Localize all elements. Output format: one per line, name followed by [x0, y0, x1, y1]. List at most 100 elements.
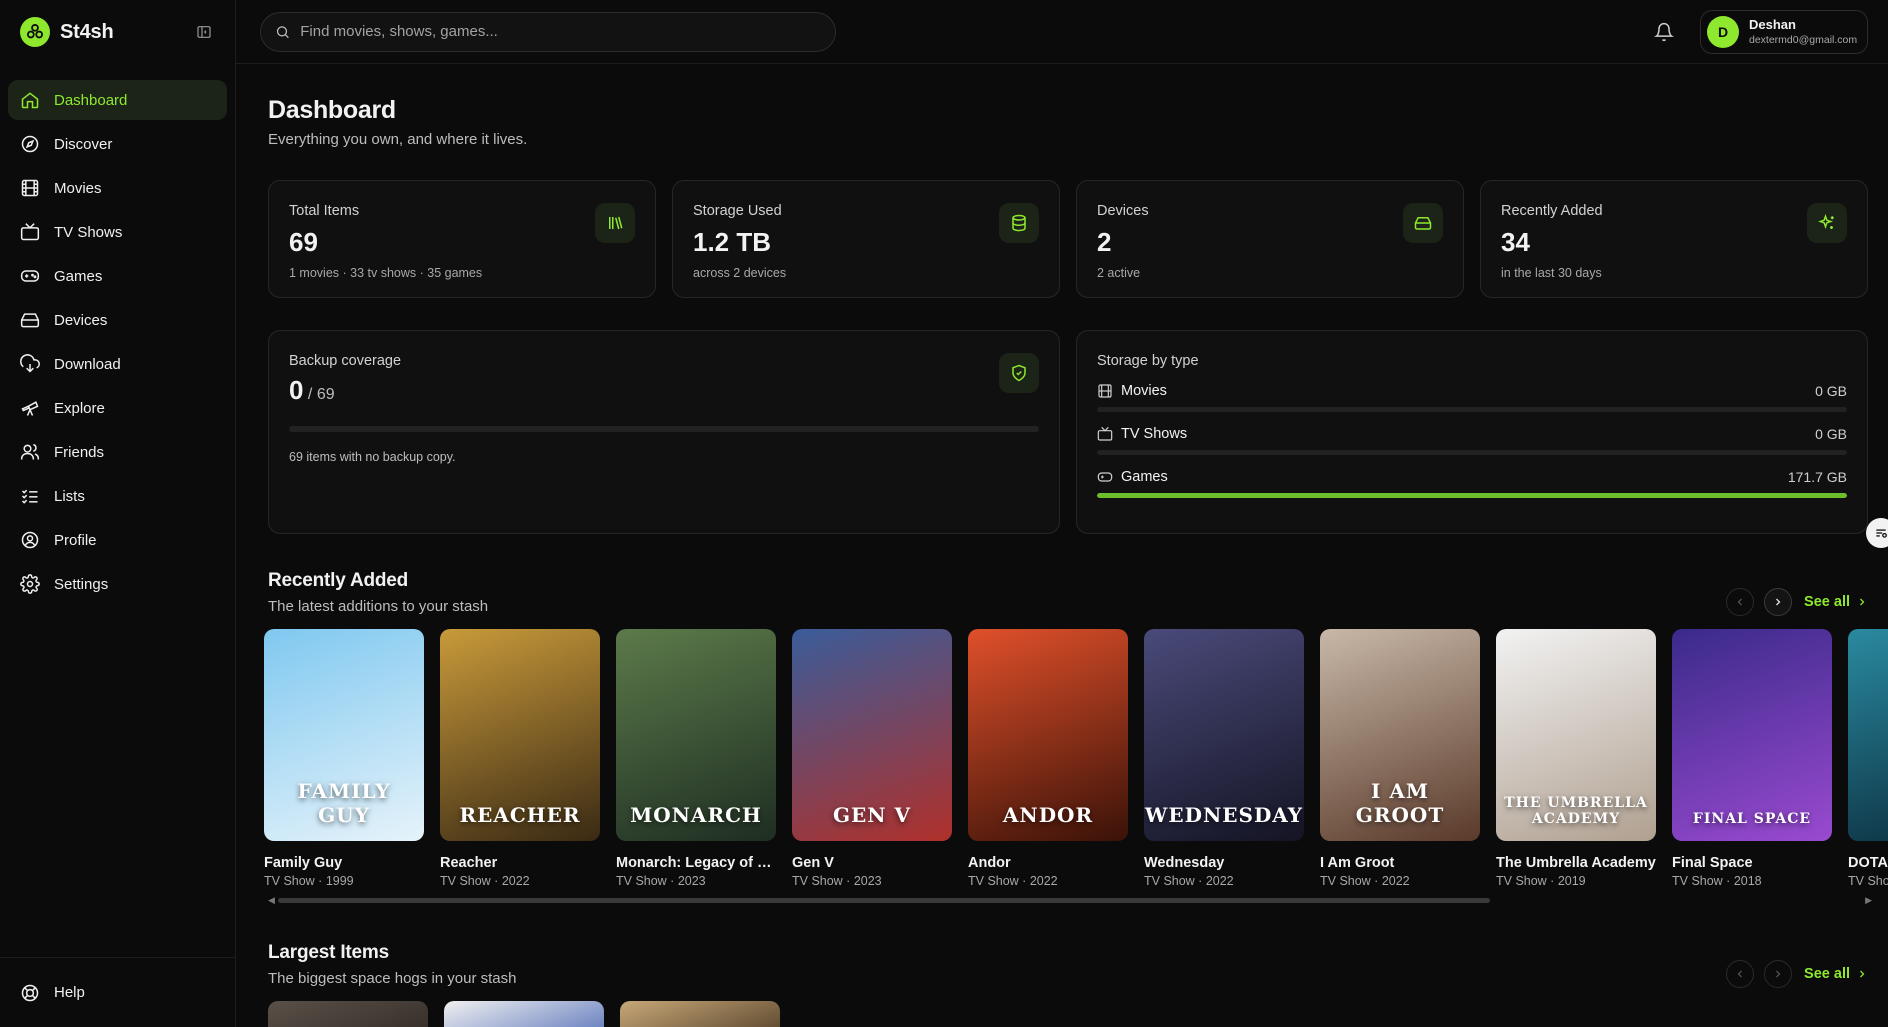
help-buoy-icon — [21, 984, 39, 1001]
media-card[interactable]: FAMILY GUY Family Guy TV Show · 1999 — [264, 629, 424, 888]
card-title[interactable]: The Umbrella Academy — [1496, 855, 1656, 871]
search-box[interactable] — [260, 11, 836, 52]
media-card[interactable]: ANDOR Andor TV Show · 2022 — [968, 629, 1128, 888]
sidebar-item-discover[interactable]: Discover — [8, 124, 227, 164]
see-all-label: See all — [1804, 966, 1850, 982]
poster-image[interactable] — [268, 1001, 428, 1027]
storage-row-value: 171.7 GB — [1787, 469, 1847, 485]
scroll-left-icon[interactable]: ◀ — [268, 895, 275, 906]
bell-icon[interactable] — [1652, 20, 1676, 44]
backup-label: Backup coverage — [289, 353, 402, 369]
poster-title-art: ANDOR — [1002, 803, 1094, 827]
user-name: Deshan — [1749, 17, 1796, 32]
media-card[interactable]: MONARCH Monarch: Legacy of Monsters TV Sho… — [616, 629, 776, 888]
sidebar-item-label: Download — [54, 355, 121, 373]
poster-title-art: FAMILY GUY — [297, 779, 391, 827]
card-title[interactable]: Gen V — [792, 855, 952, 871]
poster-image[interactable]: ANDOR — [968, 629, 1128, 841]
stat-card-devices: Devices 2 2 active — [1076, 180, 1464, 298]
card-title[interactable]: Final Space — [1672, 855, 1832, 871]
sidebar-item-label: Devices — [54, 311, 108, 329]
media-card[interactable]: I AM GROOT I Am Groot TV Show · 2022 — [1320, 629, 1480, 888]
poster-title-art: THE UMBRELLA ACADEMY — [1504, 795, 1648, 827]
carousel-next-button[interactable] — [1764, 960, 1793, 988]
card-title[interactable]: I Am Groot — [1320, 855, 1480, 871]
user-menu[interactable]: D Deshan dextermd0@gmail.com — [1700, 9, 1868, 54]
carousel-prev-button[interactable] — [1726, 960, 1755, 988]
media-card[interactable]: FINAL SPACE Final Space TV Show · 2018 — [1672, 629, 1832, 888]
stat-sub: across 2 devices — [693, 266, 787, 280]
stat-label: Storage Used — [693, 203, 782, 219]
sidebar-item-settings[interactable]: Settings — [8, 564, 227, 604]
largest-items-section: Largest Items The biggest space hogs in … — [268, 942, 1868, 1027]
storage-row-label: Movies — [1121, 383, 1167, 399]
see-all-link[interactable]: See all — [1804, 966, 1868, 982]
sidebar-item-games[interactable]: Games — [8, 256, 227, 296]
page-title: Dashboard — [268, 96, 396, 124]
poster-image[interactable]: GEN V — [792, 629, 952, 841]
sidebar-item-help[interactable]: Help — [0, 957, 235, 1027]
media-card[interactable]: REACHER Reacher TV Show · 2022 — [440, 629, 600, 888]
sidebar-item-label: Movies — [54, 179, 102, 197]
storage-title: Storage by type — [1097, 353, 1199, 369]
card-title[interactable]: Reacher — [440, 855, 600, 871]
card-meta: TV Show · 2019 — [1496, 874, 1586, 888]
sidebar-item-movies[interactable]: Movies — [8, 168, 227, 208]
media-card[interactable]: DOTA TV Show — [1848, 629, 1888, 888]
sidebar-item-tv-shows[interactable]: TV Shows — [8, 212, 227, 252]
card-title[interactable]: Wednesday — [1144, 855, 1304, 871]
storage-bar — [1097, 407, 1847, 412]
card-meta: TV Show · 1999 — [264, 874, 354, 888]
sidebar-item-label: Explore — [54, 399, 105, 417]
biohazard-logo-icon[interactable] — [20, 17, 50, 47]
card-title[interactable]: Monarch: Legacy of Monsters — [616, 855, 776, 871]
poster-image[interactable] — [620, 1001, 780, 1027]
sidebar-collapse-icon[interactable] — [193, 21, 215, 43]
backup-count: 0 — [289, 375, 304, 405]
poster-image[interactable]: FINAL SPACE — [1672, 629, 1832, 841]
media-card[interactable]: GEN V Gen V TV Show · 2023 — [792, 629, 952, 888]
sidebar-item-lists[interactable]: Lists — [8, 476, 227, 516]
media-card[interactable]: THE UMBRELLA ACADEMY The Umbrella Academy… — [1496, 629, 1656, 888]
sidebar-nav: Dashboard Discover Movies TV Shows Games… — [0, 64, 235, 604]
poster-image[interactable] — [444, 1001, 604, 1027]
sidebar-item-dashboard[interactable]: Dashboard — [8, 80, 227, 120]
backup-note: 69 items with no backup copy. — [289, 450, 456, 464]
floating-filter-button[interactable] — [1866, 518, 1888, 548]
card-title[interactable]: DOTA — [1848, 855, 1888, 871]
sidebar-item-profile[interactable]: Profile — [8, 520, 227, 560]
sidebar-item-devices[interactable]: Devices — [8, 300, 227, 340]
card-title[interactable]: Family Guy — [264, 855, 424, 871]
largest-items-carousel[interactable] — [268, 1001, 1868, 1027]
scroll-right-icon[interactable]: ▶ — [1865, 895, 1872, 906]
sidebar-item-friends[interactable]: Friends — [8, 432, 227, 472]
sidebar-item-label: TV Shows — [54, 223, 123, 241]
poster-image[interactable]: REACHER — [440, 629, 600, 841]
backup-value: 0 / 69 — [289, 375, 1039, 406]
telescope-icon — [21, 401, 39, 416]
sidebar-item-label: Settings — [54, 575, 109, 593]
carousel-scrollbar[interactable]: ◀ ▶ — [268, 895, 1872, 906]
carousel-prev-button[interactable] — [1726, 588, 1755, 616]
poster-image[interactable]: THE UMBRELLA ACADEMY — [1496, 629, 1656, 841]
search-input[interactable] — [300, 23, 821, 40]
sidebar-item-explore[interactable]: Explore — [8, 388, 227, 428]
card-title[interactable]: Andor — [968, 855, 1128, 871]
user-circle-icon — [21, 531, 39, 549]
media-card[interactable]: WEDNESDAY Wednesday TV Show · 2022 — [1144, 629, 1304, 888]
sidebar-item-label: Profile — [54, 531, 97, 549]
poster-image[interactable]: FAMILY GUY — [264, 629, 424, 841]
carousel-controls: See all — [1726, 960, 1868, 988]
poster-image[interactable]: WEDNESDAY — [1144, 629, 1304, 841]
poster-image[interactable]: I AM GROOT — [1320, 629, 1480, 841]
scroll-thumb[interactable] — [278, 898, 1490, 903]
topbar: D Deshan dextermd0@gmail.com — [236, 0, 1888, 64]
see-all-link[interactable]: See all — [1804, 594, 1868, 610]
poster-image[interactable] — [1848, 629, 1888, 841]
page-subtitle: Everything you own, and where it lives. — [268, 131, 528, 148]
sidebar-item-label: Friends — [54, 443, 105, 461]
sidebar-item-download[interactable]: Download — [8, 344, 227, 384]
carousel-next-button[interactable] — [1764, 588, 1793, 616]
poster-image[interactable]: MONARCH — [616, 629, 776, 841]
recently-added-carousel[interactable]: FAMILY GUY Family Guy TV Show · 1999 REACHE… — [264, 629, 1888, 888]
